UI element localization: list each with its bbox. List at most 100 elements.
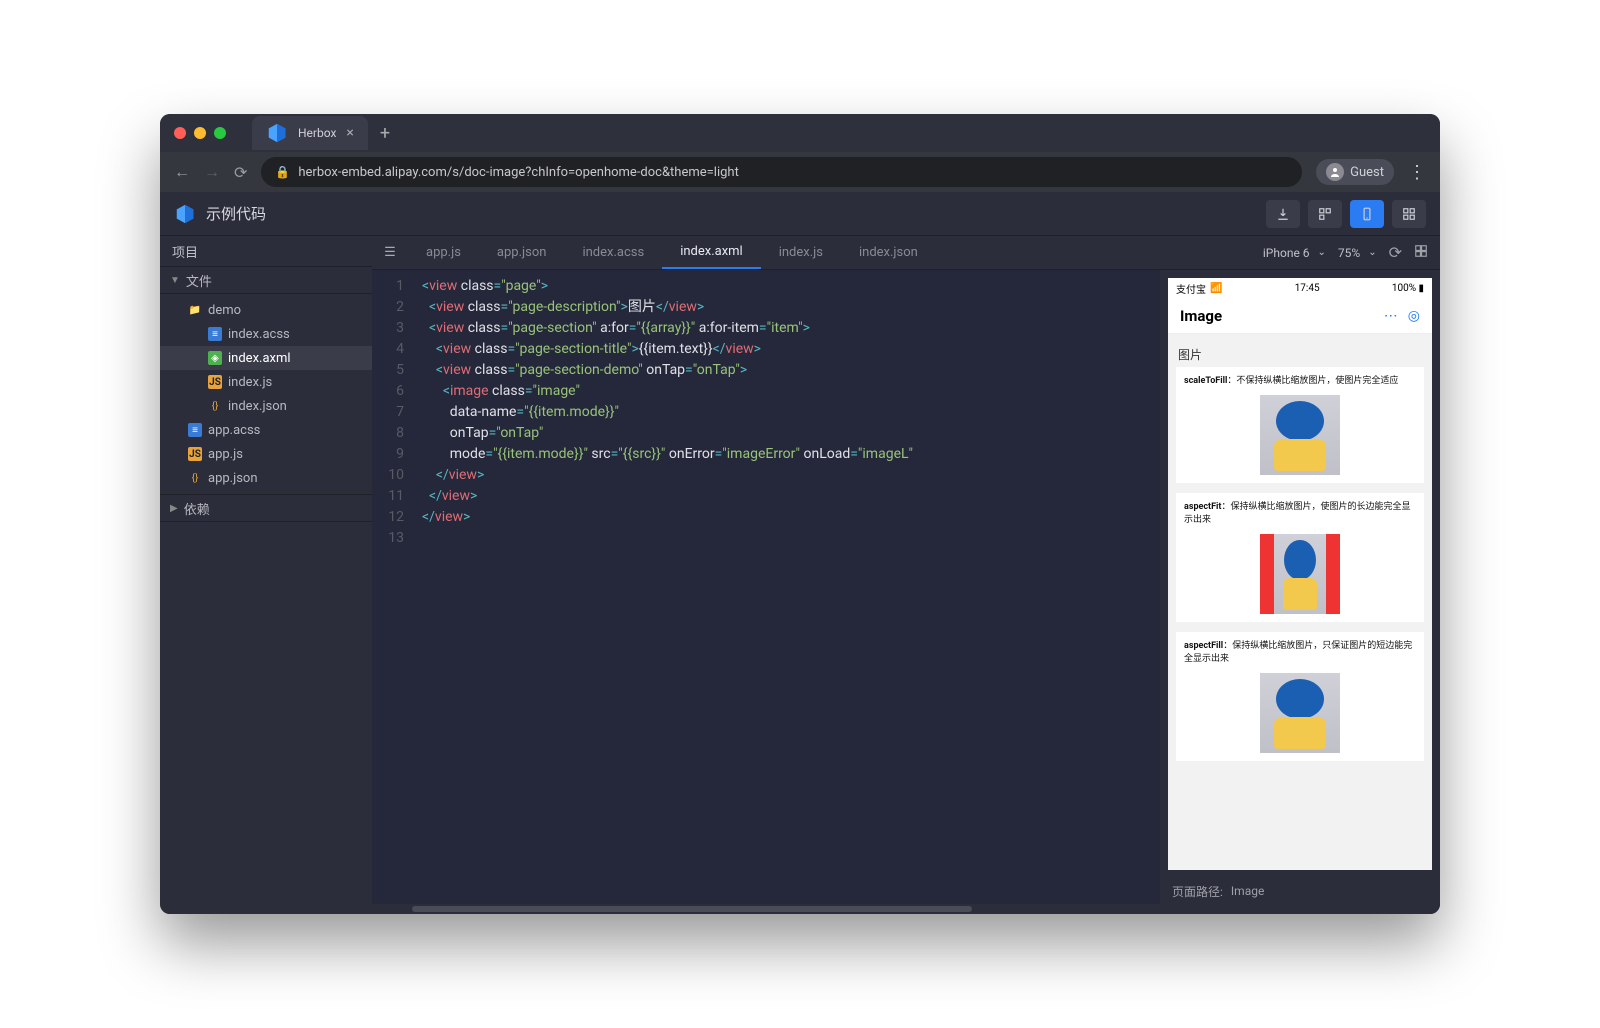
- browser-menu-button[interactable]: ⋮: [1408, 162, 1426, 183]
- tab-index-json[interactable]: index.json: [841, 236, 936, 269]
- titlebar: Herbox × +: [160, 114, 1440, 152]
- tab-index-axml[interactable]: index.axml: [662, 236, 761, 269]
- horizontal-scrollbar[interactable]: [372, 904, 1440, 914]
- section-label: 图片: [1176, 342, 1424, 367]
- card-label: aspectFill：保持纵横比缩放图片，只保证图片的短边能完全显示出来: [1184, 640, 1416, 667]
- phone-simulator: 支付宝📶 17:45 100% ▮ Image ⋯ ◎ 图: [1168, 278, 1432, 870]
- browser-window: Herbox × + ← → ⟳ 🔒 herbox-embed.alipay.c…: [160, 114, 1440, 914]
- js-file-icon: JS: [208, 375, 222, 389]
- sidebar: 项目 ▼文件 📁demo ≡index.acss ◈index.axml JSi…: [160, 236, 372, 914]
- axml-file-icon: ◈: [208, 351, 222, 365]
- path-value: Image: [1231, 884, 1264, 898]
- image-card-aspectfit: aspectFit：保持纵横比缩放图片，使图片的长边能完全显示出来: [1176, 493, 1424, 622]
- layout-button[interactable]: [1414, 243, 1428, 262]
- preview-image: [1260, 534, 1340, 614]
- carrier-label: 支付宝: [1176, 281, 1206, 296]
- time-label: 17:45: [1295, 283, 1320, 294]
- file-app-js[interactable]: JSapp.js: [160, 442, 372, 466]
- maximize-window-button[interactable]: [214, 127, 226, 139]
- file-app-json[interactable]: {}app.json: [160, 466, 372, 490]
- qrcode-button[interactable]: [1308, 200, 1342, 228]
- code-editor[interactable]: 12345678910111213 <view class="page"> <v…: [372, 270, 1160, 904]
- tab-app-json[interactable]: app.json: [479, 236, 565, 269]
- acss-file-icon: ≡: [208, 327, 222, 341]
- folder-icon: 📁: [188, 303, 202, 317]
- app-header: 示例代码: [160, 192, 1440, 236]
- forward-button[interactable]: →: [204, 162, 220, 182]
- avatar-icon: [1326, 163, 1344, 181]
- js-file-icon: JS: [188, 447, 202, 461]
- code-content: <view class="page"> <view class="page-de…: [414, 270, 1160, 904]
- profile-label: Guest: [1350, 165, 1384, 180]
- battery-label: 100%: [1392, 283, 1416, 294]
- image-card-scaletofill: scaleToFill：不保持纵横比缩放图片，使图片完全适应: [1176, 367, 1424, 483]
- app-title: 示例代码: [206, 203, 266, 224]
- device-selector[interactable]: iPhone 6⌄: [1263, 246, 1326, 260]
- chevron-right-icon: ▶: [170, 503, 178, 514]
- page-title: Image: [1180, 307, 1222, 325]
- file-app-acss[interactable]: ≡app.acss: [160, 418, 372, 442]
- wifi-icon: 📶: [1210, 283, 1222, 294]
- back-button[interactable]: ←: [174, 162, 190, 182]
- close-tab-icon[interactable]: ×: [346, 125, 353, 141]
- reload-button[interactable]: ⟳: [234, 163, 247, 182]
- refresh-button[interactable]: ⟳: [1389, 243, 1402, 262]
- chevron-down-icon: ⌄: [1318, 247, 1326, 258]
- grid-view-button[interactable]: [1392, 200, 1426, 228]
- main-area: 项目 ▼文件 📁demo ≡index.acss ◈index.axml JSi…: [160, 236, 1440, 914]
- editor-tabs: ☰ app.js app.json index.acss index.axml …: [372, 236, 1440, 270]
- deps-section-header[interactable]: ▶依赖: [160, 494, 372, 522]
- json-file-icon: {}: [188, 471, 202, 485]
- file-index-axml[interactable]: ◈index.axml: [160, 346, 372, 370]
- page-path-bar: 页面路径: Image: [1160, 878, 1440, 904]
- files-section-header[interactable]: ▼文件: [160, 266, 372, 294]
- tab-app-js[interactable]: app.js: [408, 236, 479, 269]
- app-logo-icon: [174, 203, 196, 225]
- address-bar-row: ← → ⟳ 🔒 herbox-embed.alipay.com/s/doc-im…: [160, 152, 1440, 192]
- acss-file-icon: ≡: [188, 423, 202, 437]
- new-tab-button[interactable]: +: [370, 123, 400, 144]
- window-controls: [174, 127, 226, 139]
- lock-icon: 🔒: [275, 165, 290, 179]
- project-label: 项目: [160, 236, 372, 266]
- phone-page-header: Image ⋯ ◎: [1168, 298, 1432, 334]
- editor-column: ☰ app.js app.json index.acss index.axml …: [372, 236, 1440, 914]
- file-tree: 📁demo ≡index.acss ◈index.axml JSindex.js…: [160, 294, 372, 494]
- browser-tabs: Herbox × +: [252, 116, 400, 150]
- card-label: aspectFit：保持纵横比缩放图片，使图片的长边能完全显示出来: [1184, 501, 1416, 528]
- browser-tab-title: Herbox: [298, 126, 336, 140]
- herbox-icon: [266, 122, 288, 144]
- file-index-js[interactable]: JSindex.js: [160, 370, 372, 394]
- phone-status-bar: 支付宝 📶 17:45 100% ▮: [1168, 278, 1432, 298]
- scrollbar-thumb[interactable]: [412, 906, 972, 912]
- url-input[interactable]: 🔒 herbox-embed.alipay.com/s/doc-image?ch…: [261, 157, 1302, 187]
- menu-icon[interactable]: ☰: [372, 236, 408, 269]
- url-text: herbox-embed.alipay.com/s/doc-image?chIn…: [298, 165, 738, 180]
- minimize-window-button[interactable]: [194, 127, 206, 139]
- chevron-down-icon: ⌄: [1368, 247, 1376, 258]
- profile-button[interactable]: Guest: [1316, 159, 1394, 185]
- browser-tab[interactable]: Herbox ×: [252, 116, 368, 150]
- preview-panel: 支付宝📶 17:45 100% ▮ Image ⋯ ◎ 图: [1160, 270, 1440, 904]
- file-index-acss[interactable]: ≡index.acss: [160, 322, 372, 346]
- image-card-aspectfill: aspectFill：保持纵横比缩放图片，只保证图片的短边能完全显示出来: [1176, 632, 1424, 761]
- preview-image: [1260, 673, 1340, 753]
- json-file-icon: {}: [208, 399, 222, 413]
- tab-index-acss[interactable]: index.acss: [564, 236, 662, 269]
- phone-preview-button[interactable]: [1350, 200, 1384, 228]
- folder-demo[interactable]: 📁demo: [160, 298, 372, 322]
- line-numbers: 12345678910111213: [372, 270, 414, 904]
- file-index-json[interactable]: {}index.json: [160, 394, 372, 418]
- zoom-selector[interactable]: 75%⌄: [1338, 246, 1377, 260]
- more-icon[interactable]: ⋯: [1384, 308, 1398, 324]
- path-label: 页面路径:: [1172, 883, 1223, 900]
- download-button[interactable]: [1266, 200, 1300, 228]
- preview-image: [1260, 395, 1340, 475]
- battery-icon: ▮: [1416, 283, 1424, 294]
- close-window-button[interactable]: [174, 127, 186, 139]
- target-icon[interactable]: ◎: [1408, 308, 1420, 324]
- tab-index-js[interactable]: index.js: [761, 236, 841, 269]
- phone-body[interactable]: 图片 scaleToFill：不保持纵横比缩放图片，使图片完全适应 aspect…: [1168, 334, 1432, 870]
- toolbar: [1266, 200, 1426, 228]
- card-label: scaleToFill：不保持纵横比缩放图片，使图片完全适应: [1184, 375, 1416, 389]
